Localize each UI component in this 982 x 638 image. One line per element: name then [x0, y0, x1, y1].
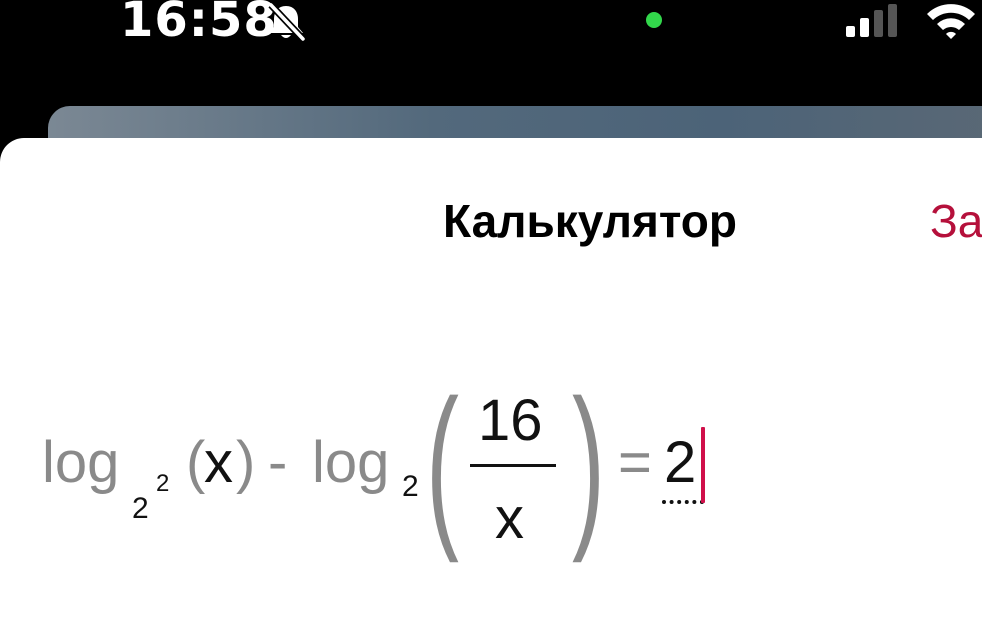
text-cursor: [701, 427, 705, 503]
paren-open-1: (: [186, 430, 206, 495]
result-value: 2: [664, 430, 697, 495]
equals-sign: =: [618, 430, 652, 495]
paren-open-2: (: [426, 363, 459, 564]
fraction-bar: [470, 464, 556, 467]
formula-input[interactable]: log 2 2 ( x ) - log 2 ( 16 x ) = 2: [0, 0, 982, 619]
paren-close-1: ): [236, 430, 256, 495]
argument-1: x: [204, 430, 233, 495]
minus-operator: -: [268, 430, 288, 495]
log-function-2: log: [312, 430, 390, 495]
log-function-1: log: [42, 430, 120, 495]
input-placeholder-underline: [662, 500, 704, 504]
log-base-power: 2: [156, 470, 170, 497]
log-base-1: 2: [132, 492, 149, 525]
paren-close-2: ): [572, 363, 605, 564]
fraction-numerator: 16: [478, 388, 543, 453]
fraction-denominator: x: [495, 486, 524, 551]
log-base-2: 2: [402, 470, 419, 503]
